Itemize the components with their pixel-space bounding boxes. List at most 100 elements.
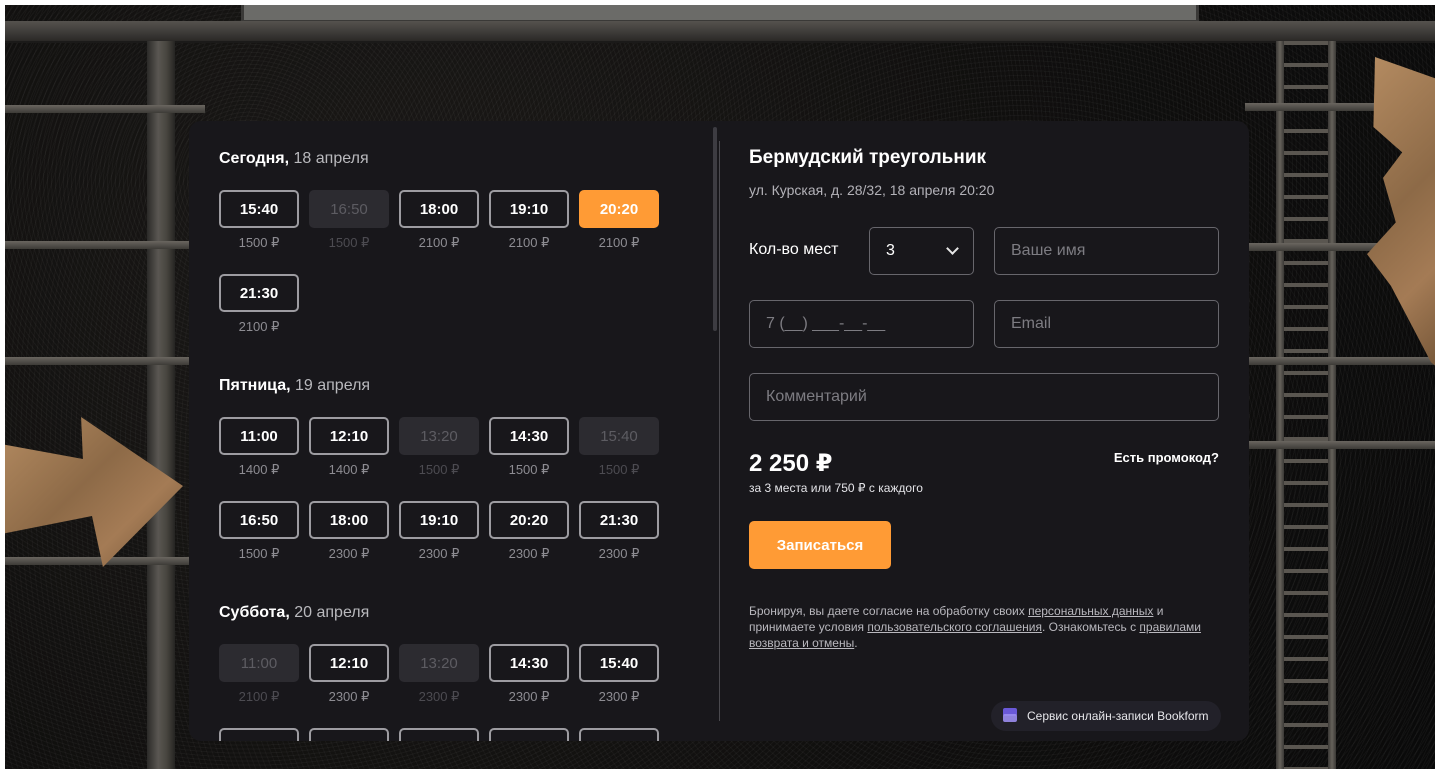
time-slot-button[interactable]: 20:20	[579, 190, 659, 228]
slot-price: 2100 ₽	[238, 319, 280, 334]
time-slot[interactable]: 21:30 2100 ₽	[219, 274, 299, 335]
time-slot[interactable]: 19:10 2100 ₽	[489, 190, 569, 251]
time-slot-button[interactable]	[309, 728, 389, 741]
slot-price: 2300 ₽	[328, 546, 370, 561]
slot-price: 2300 ₽	[598, 546, 640, 561]
time-slot[interactable]: 14:30 1500 ₽	[489, 417, 569, 478]
day-friday: Пятница, 19 апреля	[219, 377, 370, 395]
user-agreement-link[interactable]: пользовательского соглашения	[867, 620, 1042, 634]
time-slot-partial[interactable]	[309, 728, 389, 741]
day-title: Сегодня, 18 апреля	[219, 150, 369, 167]
metal-rail	[1245, 357, 1435, 365]
time-slot[interactable]: 14:30 2300 ₽	[489, 644, 569, 705]
time-slot-button[interactable]	[489, 728, 569, 741]
submit-booking-button[interactable]: Записаться	[749, 521, 891, 569]
promo-code-link[interactable]: Есть промокод?	[1114, 450, 1219, 465]
time-slot-unavailable: 11:00 2100 ₽	[219, 644, 299, 705]
time-slot-button[interactable]: 20:20	[489, 501, 569, 539]
time-slot-button[interactable]: 15:40	[219, 190, 299, 228]
time-slot-button[interactable]: 12:10	[309, 644, 389, 682]
time-slot[interactable]: 12:10 1400 ₽	[309, 417, 389, 478]
time-slot-partial[interactable]	[579, 728, 659, 741]
time-slot-button[interactable]: 21:30	[579, 501, 659, 539]
chevron-down-icon	[946, 242, 959, 255]
time-slot-button[interactable]: 12:10	[309, 417, 389, 455]
slot-price: 1500 ₽	[418, 462, 460, 477]
slot-price: 1500 ₽	[508, 462, 550, 477]
time-slot[interactable]: 12:10 2300 ₽	[309, 644, 389, 705]
slot-price: 2100 ₽	[598, 235, 640, 250]
time-slot-button[interactable]	[219, 728, 299, 741]
time-slot[interactable]: 15:40 2300 ₽	[579, 644, 659, 705]
time-slot[interactable]: 21:30 2300 ₽	[579, 501, 659, 562]
time-slot-button[interactable]: 15:40	[579, 644, 659, 682]
slot-price: 2300 ₽	[418, 689, 460, 704]
total-price: 2 250 ₽	[749, 450, 833, 477]
metal-rail	[5, 357, 205, 365]
quest-title: Бермудский треугольник	[749, 147, 987, 168]
time-slot-unavailable: 13:20 1500 ₽	[399, 417, 479, 478]
rusty-arrow-right	[1367, 57, 1435, 375]
seats-label: Кол-во мест	[749, 241, 839, 258]
time-slot-button[interactable]: 14:30	[489, 644, 569, 682]
phone-input[interactable]	[749, 300, 974, 348]
quest-address-datetime: ул. Курская, д. 28/32, 18 апреля 20:20	[749, 182, 995, 198]
time-slot-button[interactable]: 11:00	[219, 417, 299, 455]
time-slot-button: 16:50	[309, 190, 389, 228]
time-slot[interactable]: 18:00 2300 ₽	[309, 501, 389, 562]
time-slot[interactable]: 19:10 2300 ₽	[399, 501, 479, 562]
time-slot[interactable]: 18:00 2100 ₽	[399, 190, 479, 251]
consent-text: Бронируя, вы даете согласие на обработку…	[749, 604, 1201, 650]
total-price-note: за 3 места или 750 ₽ с каждого	[749, 481, 923, 495]
time-slot[interactable]: 20:20 2300 ₽	[489, 501, 569, 562]
schedule-panel[interactable]: Сегодня, 18 апреля 15:40 1500 ₽ 16:50 1500…	[189, 121, 719, 741]
scrollbar-thumb[interactable]	[713, 127, 717, 331]
slot-price: 2300 ₽	[508, 546, 550, 561]
time-slot-selected[interactable]: 20:20 2100 ₽	[579, 190, 659, 251]
time-slot-partial[interactable]	[219, 728, 299, 741]
top-metal-beam	[5, 21, 1435, 43]
time-slot-unavailable: 13:20 2300 ₽	[399, 644, 479, 705]
time-slot-button[interactable]: 19:10	[399, 501, 479, 539]
metal-rail	[1245, 441, 1435, 449]
slot-price: 2100 ₽	[238, 689, 280, 704]
slot-price: 2100 ₽	[508, 235, 550, 250]
slot-price: 1500 ₽	[238, 546, 280, 561]
seats-value: 3	[886, 242, 895, 259]
time-slot-button[interactable]: 19:10	[489, 190, 569, 228]
time-slot-partial[interactable]	[399, 728, 479, 741]
slot-price: 1400 ₽	[328, 462, 370, 477]
time-slot-button: 13:20	[399, 417, 479, 455]
time-slot-button[interactable]: 21:30	[219, 274, 299, 312]
comment-input[interactable]	[749, 373, 1219, 421]
time-slot-partial[interactable]	[489, 728, 569, 741]
metal-rail	[5, 105, 205, 113]
time-slot[interactable]: 15:40 1500 ₽	[219, 190, 299, 251]
time-slot-button[interactable]: 16:50	[219, 501, 299, 539]
time-slot-button[interactable]	[579, 728, 659, 741]
day-saturday: Суббота, 20 апреля	[219, 604, 369, 622]
time-slot[interactable]: 11:00 1400 ₽	[219, 417, 299, 478]
time-slot-unavailable: 15:40 1500 ₽	[579, 417, 659, 478]
time-slot-button[interactable]: 14:30	[489, 417, 569, 455]
slot-price: 2100 ₽	[418, 235, 460, 250]
slot-price: 1500 ₽	[238, 235, 280, 250]
time-slot-button[interactable]	[399, 728, 479, 741]
seats-select[interactable]: 3	[869, 227, 974, 275]
name-input[interactable]	[994, 227, 1219, 275]
column-divider	[719, 141, 720, 721]
time-slot-button[interactable]: 18:00	[309, 501, 389, 539]
booking-widget: Сегодня, 18 апреля 15:40 1500 ₽ 16:50 1500…	[189, 121, 1249, 741]
email-input[interactable]	[994, 300, 1219, 348]
powered-by-text: Сервис онлайн-записи Bookform	[1027, 709, 1209, 723]
metal-ladder	[1276, 41, 1336, 769]
slot-price: 2300 ₽	[508, 689, 550, 704]
day-title: Пятница, 19 апреля	[219, 377, 371, 394]
time-slot[interactable]: 16:50 1500 ₽	[219, 501, 299, 562]
time-slot-unavailable: 16:50 1500 ₽	[309, 190, 389, 251]
slot-price: 1500 ₽	[328, 235, 370, 250]
personal-data-link[interactable]: персональных данных	[1028, 604, 1153, 618]
slot-price: 2300 ₽	[418, 546, 460, 561]
time-slot-button[interactable]: 18:00	[399, 190, 479, 228]
powered-by-badge[interactable]: Сервис онлайн-записи Bookform	[991, 701, 1221, 731]
